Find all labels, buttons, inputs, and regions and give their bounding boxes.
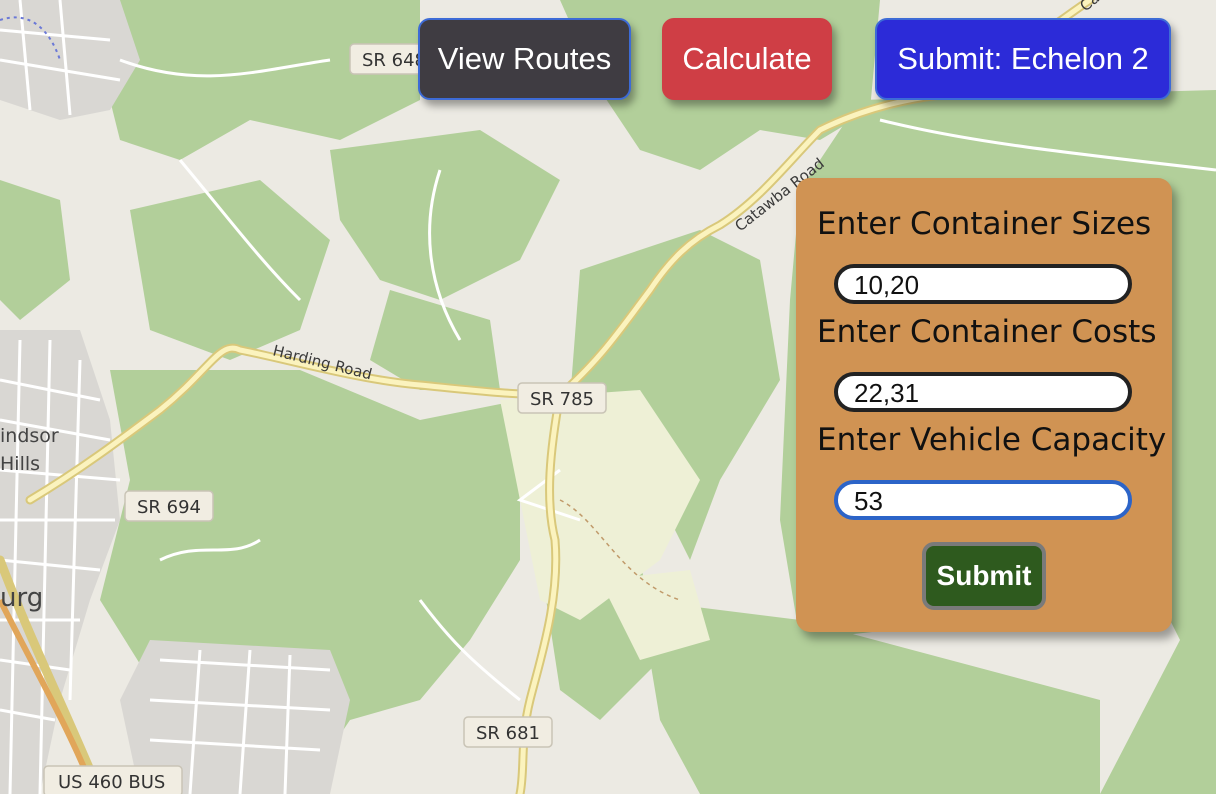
submit-button[interactable]: Submit <box>922 542 1046 610</box>
view-routes-button[interactable]: View Routes <box>418 18 631 100</box>
svg-text:US 460 BUS: US 460 BUS <box>58 772 165 793</box>
place-label-burg: urg <box>0 583 43 613</box>
vehicle-capacity-input[interactable] <box>834 480 1132 520</box>
container-costs-label: Enter Container Costs <box>817 314 1157 350</box>
container-sizes-input[interactable] <box>834 264 1132 304</box>
calculate-button[interactable]: Calculate <box>662 18 832 100</box>
shield-sr681: SR 681 <box>463 716 553 748</box>
submit-echelon-button[interactable]: Submit: Echelon 2 <box>875 18 1171 100</box>
svg-text:SR 648: SR 648 <box>362 50 426 71</box>
place-label-windsor: indsor <box>0 425 59 447</box>
shield-sr694: SR 694 <box>124 490 214 522</box>
svg-text:SR 694: SR 694 <box>137 497 201 518</box>
svg-text:SR 681: SR 681 <box>476 723 540 744</box>
input-panel: Enter Container Sizes Enter Container Co… <box>796 178 1172 632</box>
place-label-hills: Hills <box>0 453 40 475</box>
shield-sr785: SR 785 <box>517 382 607 414</box>
shield-sr648: SR 648 <box>349 43 429 75</box>
shield-us460bus: US 460 BUS <box>43 765 183 794</box>
container-costs-input[interactable] <box>834 372 1132 412</box>
container-sizes-label: Enter Container Sizes <box>817 206 1152 242</box>
vehicle-capacity-label: Enter Vehicle Capacity <box>817 422 1167 458</box>
svg-text:SR 785: SR 785 <box>530 389 594 410</box>
